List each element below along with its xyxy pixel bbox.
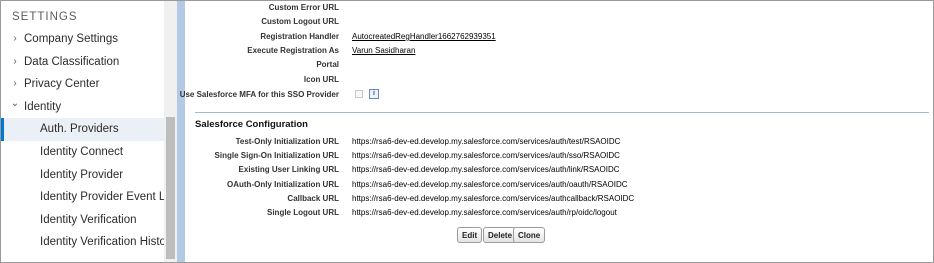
field-value: https://rsa6-dev-ed.develop.my.salesforc… [352,137,621,146]
detail-row-custom-error-url: Custom Error URL [187,3,929,17]
sidebar-item-label: Privacy Center [24,78,100,91]
settings-nav: › Company Settings › Data Classification… [1,28,178,254]
sidebar-item-identity-verification-history[interactable]: Identity Verification History [1,231,176,254]
field-label: Custom Logout URL [261,17,339,26]
detail-row-single-logout-url: Single Logout URL https://rsa6-dev-ed.de… [187,208,929,222]
sidebar-scrollbar-thumb[interactable] [166,117,175,259]
settings-heading: SETTINGS [12,11,78,23]
detail-row-execute-registration-as: Execute Registration As Varun Sasidharan [187,46,929,60]
field-value: https://rsa6-dev-ed.develop.my.salesforc… [352,165,620,174]
field-label: Custom Error URL [268,3,339,12]
detail-row-custom-logout-url: Custom Logout URL [187,17,929,31]
chevron-right-icon: › [13,33,17,44]
delete-button[interactable]: Delete [483,227,518,243]
chevron-right-icon: › [13,55,17,67]
app-frame: SETTINGS › Company Settings › Data Class… [0,0,934,263]
edit-button[interactable]: Edit [457,227,483,243]
execute-registration-user-link[interactable]: Varun Sasidharan [352,46,415,55]
field-label: Callback URL [287,194,339,203]
detail-row-sso-init-url: Single Sign-On Initialization URL https:… [187,151,929,165]
sidebar-item-identity-provider[interactable]: Identity Provider [1,164,164,187]
sidebar-item-company-settings[interactable]: › Company Settings [1,28,164,51]
field-label: Use Salesforce MFA for this SSO Provider [179,90,339,99]
sidebar-item-label: Company Settings [24,33,118,45]
section-divider [195,112,929,113]
sidebar-item-label: Identity Verification History [40,236,176,249]
sidebar-item-privacy-center[interactable]: › Privacy Center [1,73,164,96]
field-value: https://rsa6-dev-ed.develop.my.salesforc… [352,208,617,217]
field-value: https://rsa6-dev-ed.develop.my.salesforc… [352,151,620,160]
field-label: OAuth-Only Initialization URL [227,180,339,189]
field-label: Registration Handler [260,32,339,41]
chevron-down-icon: ⌄ [10,97,20,109]
auth-provider-detail: Custom Error URL Custom Logout URL Regis… [180,1,929,262]
sidebar-item-label: Auth. Providers [40,123,119,136]
field-label: Test-Only Initialization URL [235,137,339,146]
field-label: Execute Registration As [247,46,339,55]
detail-row-user-linking-url: Existing User Linking URL https://rsa6-d… [187,165,929,179]
mfa-checkbox [355,90,363,98]
content-accent-bar [177,1,185,262]
settings-sidebar: SETTINGS › Company Settings › Data Class… [1,1,178,262]
detail-row-oauth-init-url: OAuth-Only Initialization URL https://rs… [187,180,929,194]
sidebar-item-identity-provider-event-log[interactable]: Identity Provider Event Log [1,186,178,209]
info-icon[interactable]: i [369,89,379,99]
field-label: Icon URL [303,75,339,84]
detail-row-icon-url: Icon URL [187,75,929,89]
clone-button[interactable]: Clone [513,227,546,243]
sidebar-item-label: Identity [24,100,62,113]
detail-row-callback-url: Callback URL https://rsa6-dev-ed.develop… [187,194,929,208]
field-value: https://rsa6-dev-ed.develop.my.salesforc… [352,194,635,203]
sidebar-item-label: Data Classification [24,55,120,68]
sidebar-item-label: Identity Verification [40,213,137,226]
section-title-salesforce-configuration: Salesforce Configuration [195,119,308,130]
detail-row-portal: Portal [187,60,929,74]
detail-row-registration-handler: Registration Handler AutocreatedRegHandl… [187,32,929,46]
sidebar-item-identity-connect[interactable]: Identity Connect [1,141,164,164]
sidebar-item-data-classification[interactable]: › Data Classification [1,51,164,74]
sidebar-item-identity[interactable]: ⌄ Identity [1,96,164,119]
field-value: https://rsa6-dev-ed.develop.my.salesforc… [352,180,628,189]
field-label: Portal [316,60,339,69]
detail-row-use-mfa: Use Salesforce MFA for this SSO Provider… [180,89,929,104]
sidebar-item-identity-verification[interactable]: Identity Verification [1,209,164,232]
sidebar-item-label: Identity Provider Event Log [40,191,179,204]
field-label: Existing User Linking URL [238,165,339,174]
field-label: Single Logout URL [267,208,339,217]
sidebar-item-auth-providers[interactable]: Auth. Providers [1,118,164,141]
sidebar-item-label: Identity Provider [40,168,124,181]
sidebar-item-label: Identity Connect [40,145,124,158]
detail-row-test-only-url: Test-Only Initialization URL https://rsa… [187,137,929,151]
field-label: Single Sign-On Initialization URL [214,151,339,160]
registration-handler-link[interactable]: AutocreatedRegHandler1662762939351 [352,32,496,41]
